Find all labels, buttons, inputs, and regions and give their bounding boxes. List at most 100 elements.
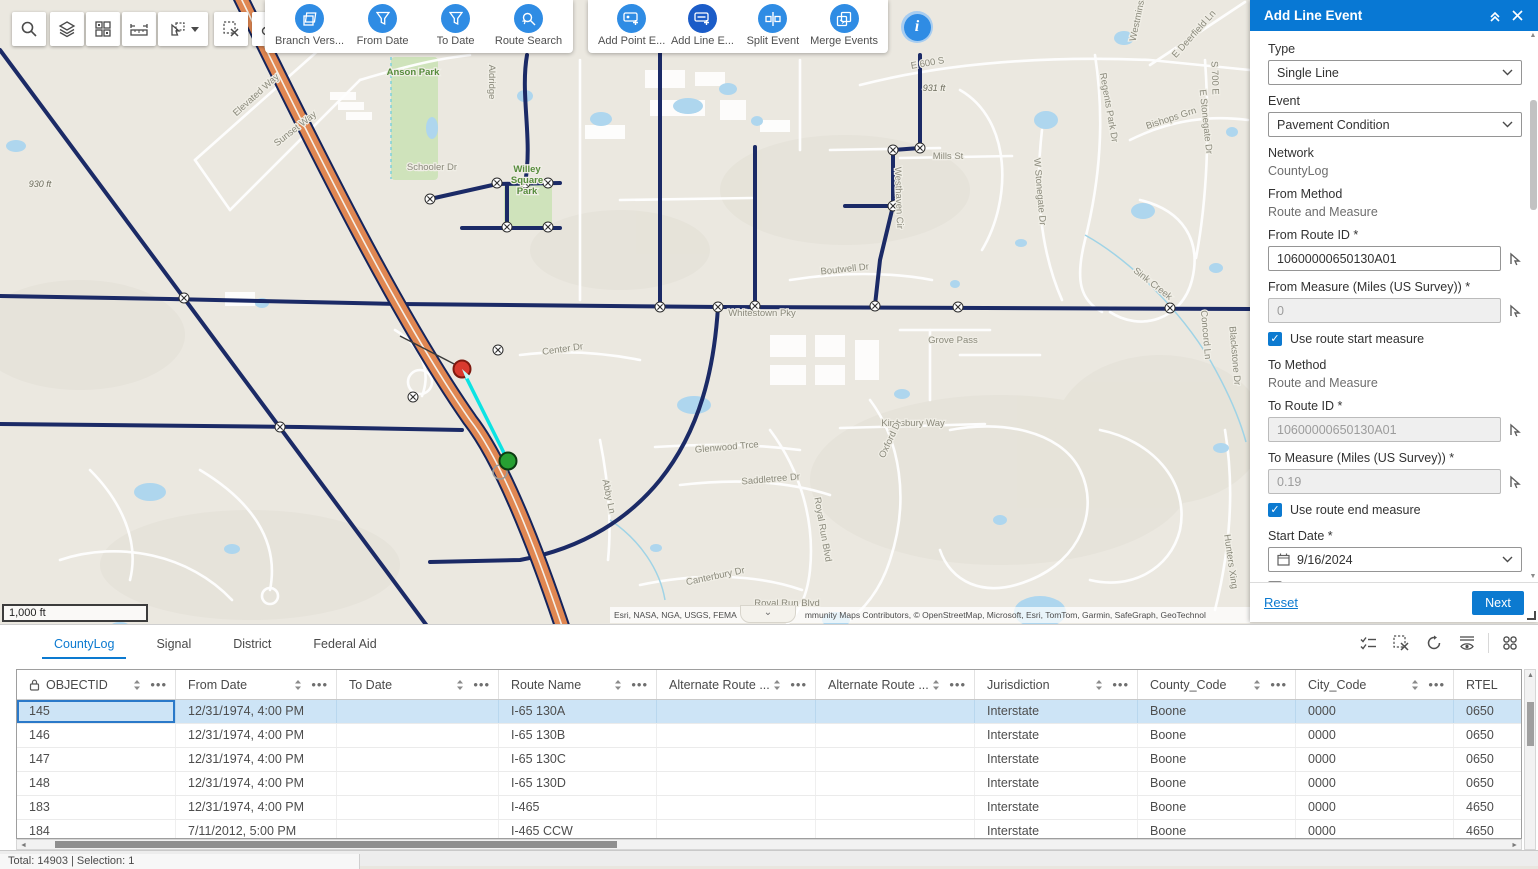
column-header-city_code[interactable]: City_Code••• — [1296, 670, 1454, 699]
cell-from_date[interactable]: 12/31/1974, 4:00 PM — [176, 724, 337, 747]
layers-button[interactable] — [50, 12, 84, 46]
tab-signal[interactable]: Signal — [142, 628, 205, 659]
cell-alt_route_1[interactable] — [657, 772, 816, 795]
tool-from-date[interactable]: From Date — [348, 4, 417, 47]
sort-icon[interactable] — [1095, 679, 1103, 691]
table-horizontal-scrollbar[interactable]: ◄ ► — [16, 839, 1522, 850]
cell-route_name[interactable]: I-65 130D — [499, 772, 657, 795]
cell-county_code[interactable]: Boone — [1138, 772, 1296, 795]
table-row[interactable]: 14812/31/1974, 4:00 PMI-65 130DInterstat… — [17, 772, 1521, 796]
cell-rtel[interactable]: 4650 — [1454, 796, 1522, 819]
collapse-table-chevron[interactable]: ⌄ — [740, 605, 796, 623]
cell-alt_route_2[interactable] — [816, 796, 975, 819]
tool-add-point-e[interactable]: Add Point E... — [598, 4, 665, 47]
cell-jurisdiction[interactable]: Interstate — [975, 700, 1138, 723]
table-vertical-scrollbar[interactable]: ▲ — [1524, 669, 1536, 850]
column-menu-icon[interactable]: ••• — [311, 677, 328, 692]
column-header-rtel[interactable]: RTEL — [1454, 670, 1522, 699]
collapse-panel-icon[interactable] — [1484, 5, 1506, 27]
sort-icon[interactable] — [932, 679, 940, 691]
selected-records-button[interactable] — [1354, 629, 1382, 657]
map-view[interactable]: Elevated WaySunset Way930 ft931 ftE 600 … — [0, 0, 1250, 630]
table-row[interactable]: 14712/31/1974, 4:00 PM I-65 130C Interstat… — [17, 748, 1521, 772]
panel-resize-handle[interactable] — [1527, 611, 1536, 620]
tab-countylog[interactable]: CountyLog — [40, 628, 128, 659]
cell-jurisdiction[interactable]: Interstate — [975, 820, 1138, 839]
cell-city_code[interactable]: 0000 — [1296, 820, 1454, 839]
refresh-button[interactable] — [1420, 629, 1448, 657]
show-hide-columns-button[interactable] — [1453, 629, 1481, 657]
cell-route_name[interactable]: I-65 130C — [499, 748, 657, 771]
column-header-county_code[interactable]: County_Code••• — [1138, 670, 1296, 699]
column-menu-icon[interactable]: ••• — [150, 677, 167, 692]
from-route-id-input[interactable]: 10600000650130A01 — [1268, 246, 1501, 271]
cell-to_date[interactable] — [337, 772, 499, 795]
column-menu-icon[interactable]: ••• — [790, 677, 807, 692]
column-header-jurisdiction[interactable]: Jurisdiction••• — [975, 670, 1138, 699]
column-menu-icon[interactable]: ••• — [1112, 677, 1129, 692]
cell-jurisdiction[interactable]: Interstate — [975, 772, 1138, 795]
cell-rtel[interactable]: 4650 — [1454, 820, 1522, 839]
scroll-up-arrow[interactable]: ▲ — [1529, 32, 1537, 39]
cell-alt_route_2[interactable] — [816, 820, 975, 839]
cell-to_date[interactable] — [337, 724, 499, 747]
sort-icon[interactable] — [614, 679, 622, 691]
panel-scrollbar[interactable]: ▲ ▼ — [1530, 34, 1537, 578]
cell-objectid[interactable]: 145 — [17, 700, 176, 723]
cell-route_name[interactable]: I-65 130B — [499, 724, 657, 747]
cell-objectid[interactable]: 147 — [17, 748, 176, 771]
sort-icon[interactable] — [456, 679, 464, 691]
cell-route_name[interactable]: I-465 — [499, 796, 657, 819]
select-tool-button[interactable] — [158, 12, 208, 46]
basemap-gallery-button[interactable] — [86, 12, 120, 46]
table-row[interactable]: 14512/31/1974, 4:00 PMI-65 130AInterstat… — [17, 700, 1521, 724]
cell-objectid[interactable]: 184 — [17, 820, 176, 839]
scroll-up-arrow[interactable]: ▲ — [1527, 671, 1534, 680]
tool-merge-events[interactable]: Merge Events — [810, 4, 878, 47]
cell-alt_route_1[interactable] — [657, 724, 816, 747]
cell-county_code[interactable]: Boone — [1138, 724, 1296, 747]
tab-federal-aid[interactable]: Federal Aid — [299, 628, 390, 659]
cell-alt_route_1[interactable] — [657, 820, 816, 839]
cell-alt_route_2[interactable] — [816, 748, 975, 771]
cell-route_name[interactable]: I-65 130A — [499, 700, 657, 723]
table-row[interactable]: 14612/31/1974, 4:00 PM I-65 130B Interstat… — [17, 724, 1521, 748]
cell-to_date[interactable] — [337, 796, 499, 819]
scroll-down-arrow[interactable]: ▼ — [1529, 573, 1537, 580]
cell-jurisdiction[interactable]: Interstate — [975, 724, 1138, 747]
cell-to_date[interactable] — [337, 700, 499, 723]
cell-from_date[interactable]: 12/31/1974, 4:00 PM — [176, 748, 337, 771]
table-row[interactable]: 18312/31/1974, 4:00 PMI-465InterstateBoo… — [17, 796, 1521, 820]
cell-county_code[interactable]: Boone — [1138, 700, 1296, 723]
column-header-objectid[interactable]: OBJECTID••• — [17, 670, 176, 699]
sort-icon[interactable] — [133, 679, 141, 691]
cell-rtel[interactable]: 0650 — [1454, 724, 1522, 747]
cell-objectid[interactable]: 146 — [17, 724, 176, 747]
cell-from_date[interactable]: 7/11/2012, 5:00 PM — [176, 820, 337, 839]
column-header-alt_route_1[interactable]: Alternate Route ...••• — [657, 670, 816, 699]
event-select[interactable]: Pavement Condition — [1268, 112, 1522, 137]
cell-city_code[interactable]: 0000 — [1296, 748, 1454, 771]
cell-to_date[interactable] — [337, 748, 499, 771]
cell-jurisdiction[interactable]: Interstate — [975, 748, 1138, 771]
column-menu-icon[interactable]: ••• — [1428, 677, 1445, 692]
sort-icon[interactable] — [773, 679, 781, 691]
clear-selection-button[interactable] — [1387, 629, 1415, 657]
scroll-left-arrow[interactable]: ◄ — [20, 841, 27, 850]
close-panel-icon[interactable] — [1506, 5, 1528, 27]
type-select[interactable]: Single Line — [1268, 60, 1522, 85]
start-date-input[interactable]: 9/16/2024 — [1268, 547, 1522, 572]
sort-icon[interactable] — [1411, 679, 1419, 691]
cell-objectid[interactable]: 148 — [17, 772, 176, 795]
reset-button[interactable]: Reset — [1264, 595, 1472, 610]
column-menu-icon[interactable]: ••• — [473, 677, 490, 692]
column-header-route_name[interactable]: Route Name••• — [499, 670, 657, 699]
cell-rtel[interactable]: 0650 — [1454, 700, 1522, 723]
cell-objectid[interactable]: 183 — [17, 796, 176, 819]
cell-county_code[interactable]: Boone — [1138, 748, 1296, 771]
use-route-end-measure-checkbox[interactable]: ✓ — [1268, 503, 1282, 517]
cell-alt_route_1[interactable] — [657, 700, 816, 723]
pick-route-on-map-icon[interactable] — [1508, 251, 1522, 266]
column-header-from_date[interactable]: From Date••• — [176, 670, 337, 699]
next-button[interactable]: Next — [1472, 591, 1524, 615]
